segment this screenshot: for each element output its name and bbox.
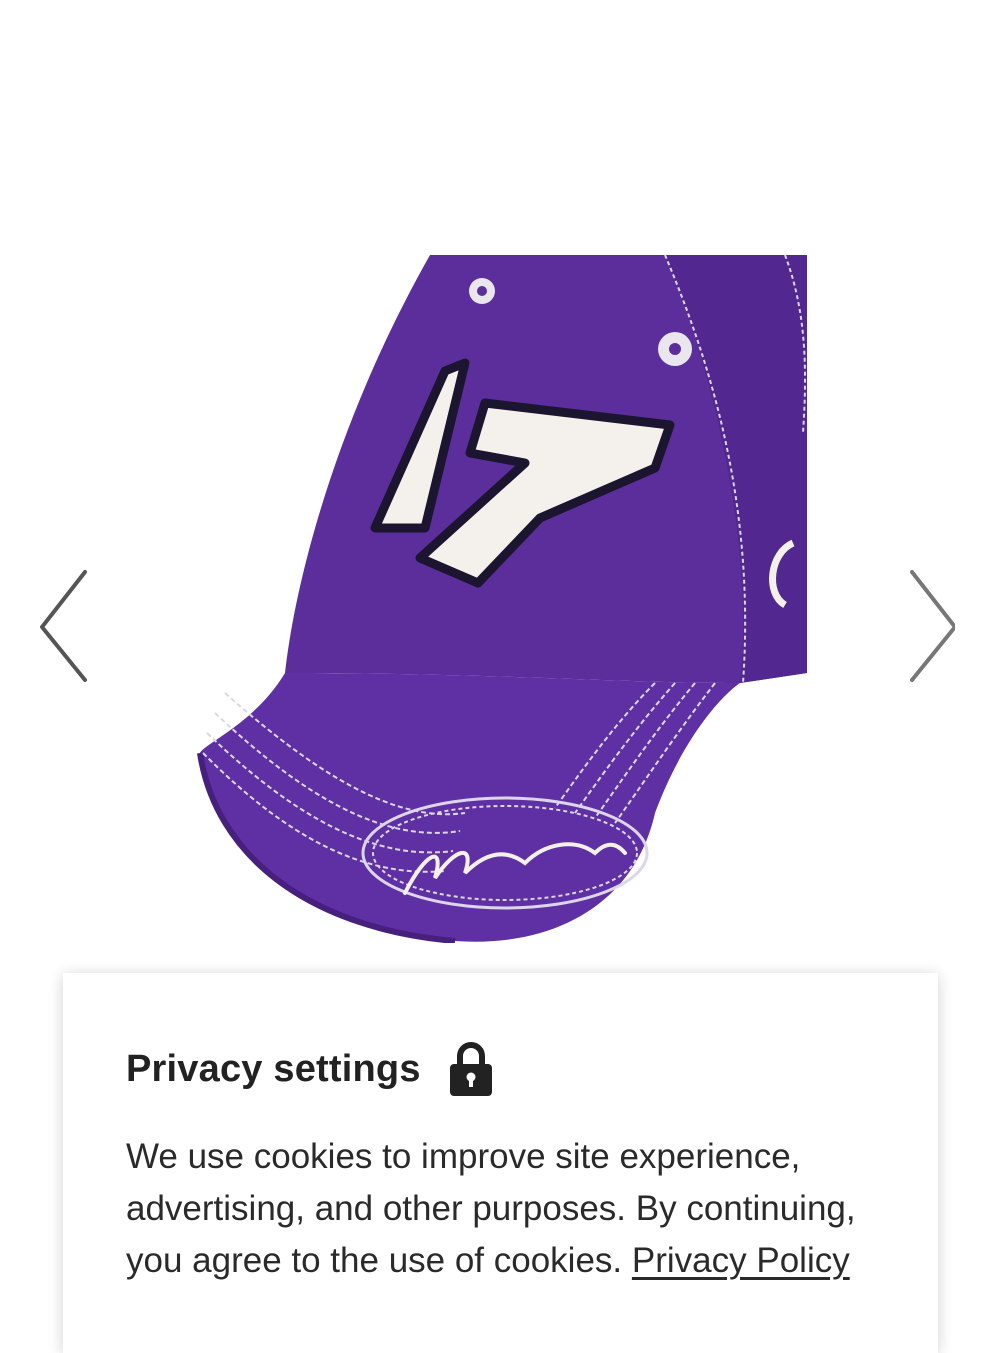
privacy-title: Privacy settings [126,1047,421,1090]
previous-image-button[interactable] [30,560,90,690]
privacy-settings-dialog: Privacy settings We use cookies to impro… [63,973,938,1353]
next-image-button[interactable] [895,560,957,690]
privacy-message: We use cookies to improve site experienc… [126,1131,866,1287]
chevron-left-icon [40,570,87,682]
chevron-right-icon [910,570,957,682]
lock-icon [449,1042,492,1096]
privacy-policy-link[interactable]: Privacy Policy [632,1241,850,1280]
privacy-header: Privacy settings [126,1041,493,1097]
product-image [197,254,807,943]
product-gallery [0,0,1000,970]
